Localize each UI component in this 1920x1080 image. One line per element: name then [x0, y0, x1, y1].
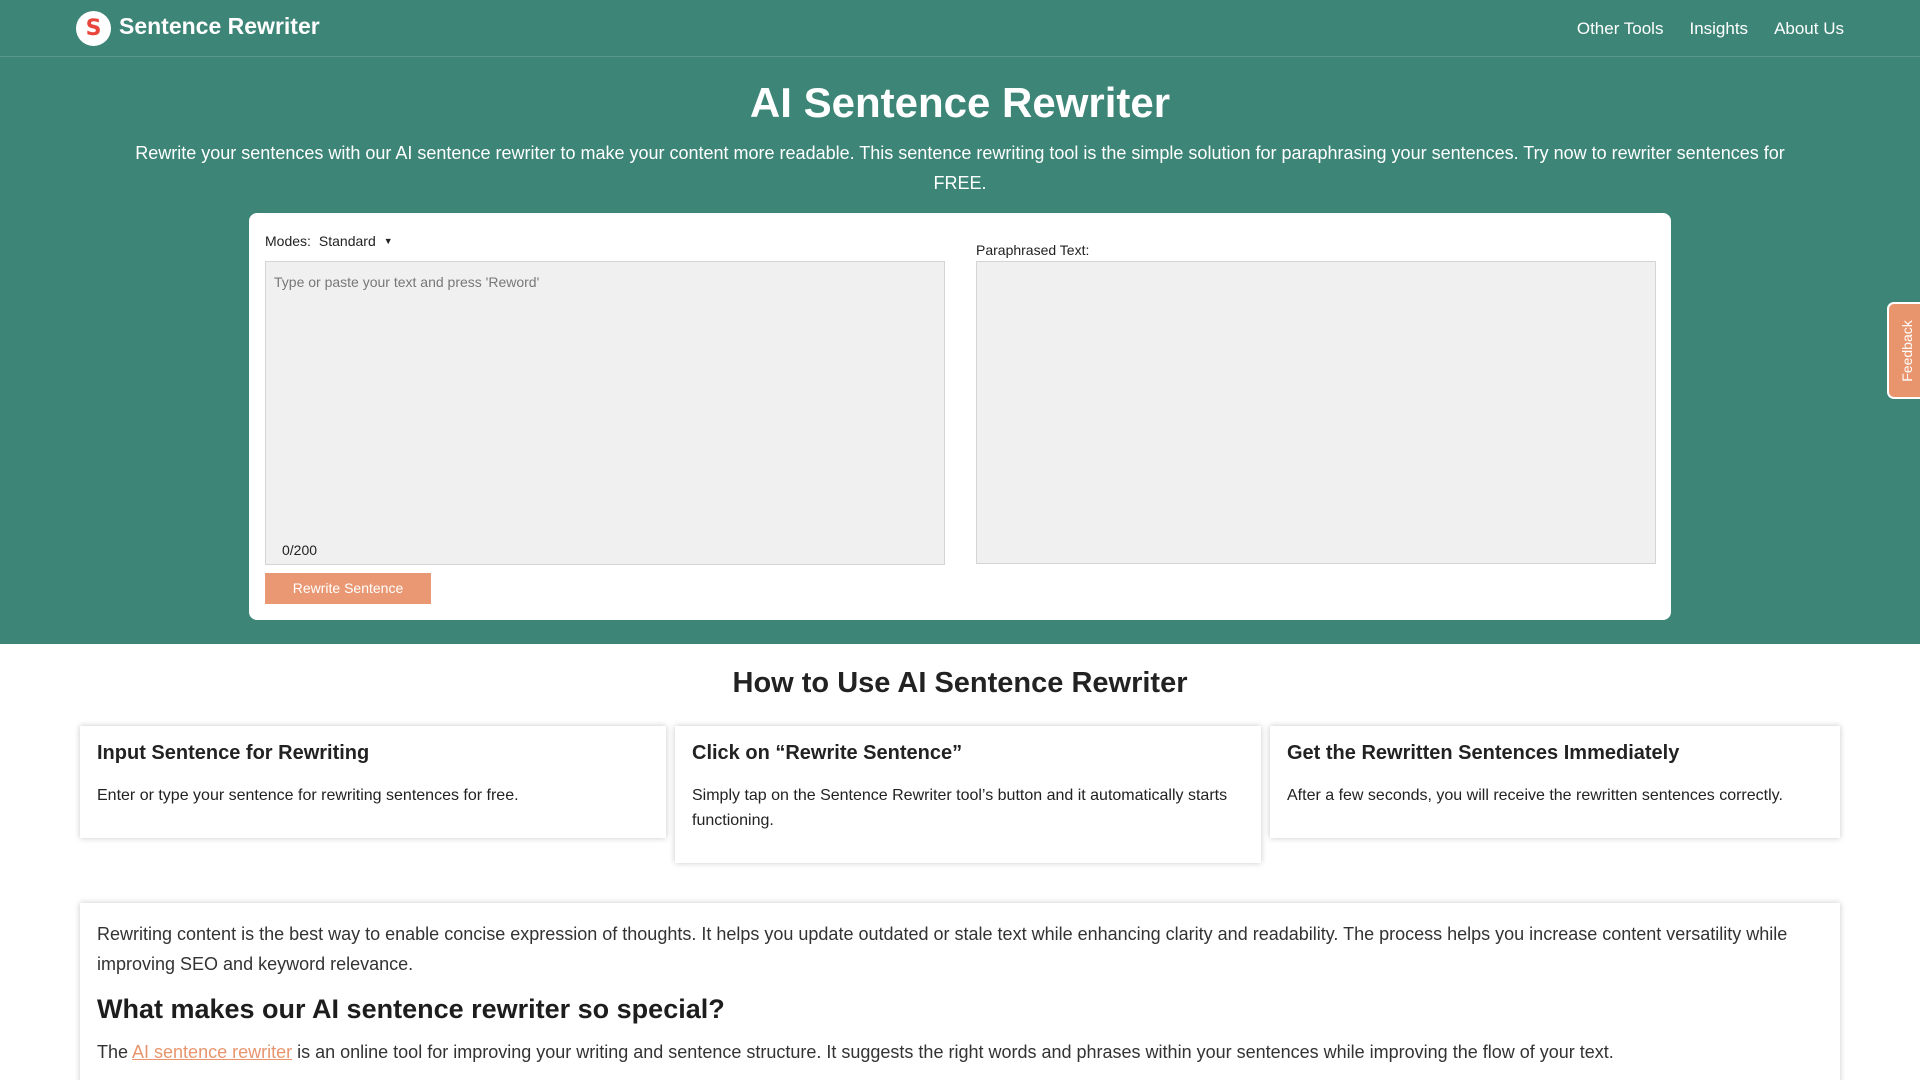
feedback-tab[interactable]: Feedback: [1887, 302, 1920, 399]
article-section: Rewriting content is the best way to ena…: [80, 903, 1840, 1080]
char-counter: 0/200: [282, 542, 318, 558]
input-textarea[interactable]: Type or paste your text and press 'Rewor…: [265, 261, 945, 565]
hero-description: Rewrite your sentences with our AI sente…: [135, 143, 1785, 193]
top-nav: Other Tools Insights About Us: [1577, 19, 1844, 39]
site-header: S Sentence Rewriter Other Tools Insights…: [0, 0, 1920, 57]
logo-icon[interactable]: S: [76, 11, 111, 46]
howto-card: Input Sentence for Rewriting Enter or ty…: [80, 726, 666, 838]
nav-other-tools[interactable]: Other Tools: [1577, 19, 1664, 39]
article-paragraph: The AI sentence rewriter is an online to…: [97, 1037, 1824, 1067]
rewriter-panel: Modes: Standard ▼ Paraphrased Text: Type…: [249, 213, 1671, 620]
card-title: Get the Rewritten Sentences Immediately: [1287, 742, 1680, 764]
article-heading: What makes our AI sentence rewriter so s…: [97, 994, 725, 1024]
page-title: AI Sentence Rewriter: [749, 79, 1171, 126]
hero-section: AI Sentence Rewriter Rewrite your senten…: [0, 57, 1920, 644]
brand-name[interactable]: Sentence Rewriter: [119, 13, 320, 40]
output-textarea[interactable]: [976, 261, 1656, 564]
rewrite-sentence-button[interactable]: Rewrite Sentence: [265, 573, 431, 604]
feedback-label: Feedback: [1899, 319, 1915, 382]
howto-title: How to Use AI Sentence Rewriter: [732, 667, 1188, 699]
nav-insights[interactable]: Insights: [1689, 19, 1748, 39]
modes-selector: Modes: Standard ▼: [265, 233, 393, 249]
logo-letter: S: [85, 15, 102, 41]
card-title: Click on “Rewrite Sentence”: [692, 742, 963, 764]
ai-sentence-rewriter-link[interactable]: AI sentence rewriter: [132, 1042, 292, 1062]
p2-suffix: is an online tool for improving your wri…: [292, 1042, 1614, 1062]
modes-label: Modes:: [265, 233, 311, 249]
paraphrased-label: Paraphrased Text:: [976, 242, 1090, 258]
card-title: Input Sentence for Rewriting: [97, 742, 370, 764]
mode-dropdown[interactable]: Standard: [319, 233, 376, 249]
card-text: After a few seconds, you will receive th…: [1287, 787, 1783, 804]
howto-card: Click on “Rewrite Sentence” Simply tap o…: [675, 726, 1261, 863]
article-intro: Rewriting content is the best way to ena…: [97, 924, 1788, 974]
p2-prefix: The: [97, 1042, 133, 1062]
caret-down-icon[interactable]: ▼: [384, 236, 393, 246]
nav-about-us[interactable]: About Us: [1774, 19, 1844, 39]
card-text: Enter or type your sentence for rewritin…: [97, 787, 519, 804]
input-placeholder: Type or paste your text and press 'Rewor…: [274, 274, 540, 290]
card-text: Simply tap on the Sentence Rewriter tool…: [692, 787, 1228, 829]
howto-card: Get the Rewritten Sentences Immediately …: [1270, 726, 1840, 838]
